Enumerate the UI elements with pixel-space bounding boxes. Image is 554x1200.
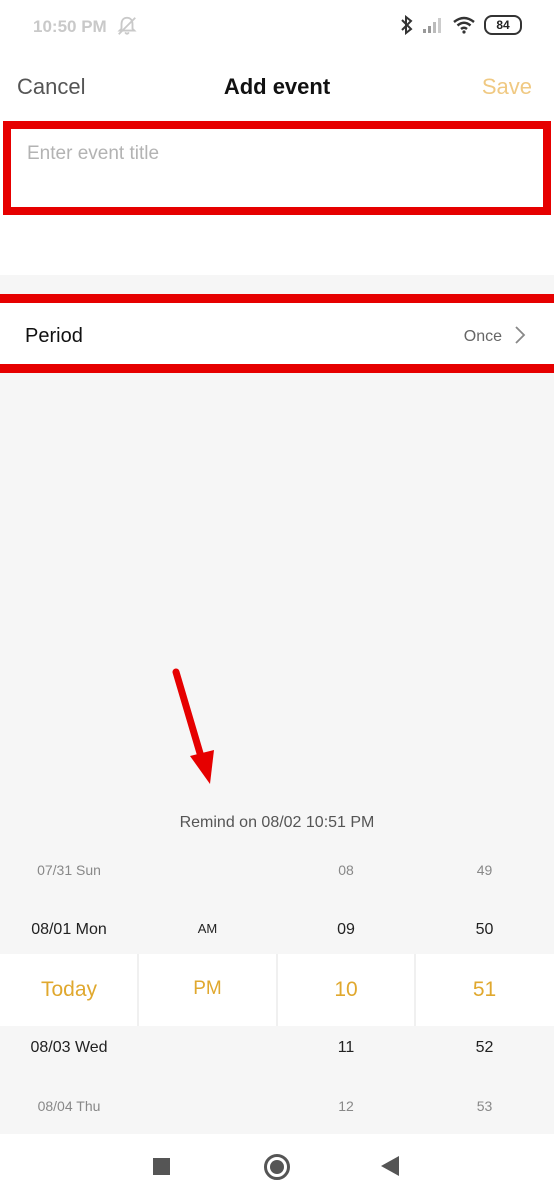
header-bar: Cancel Add event Save <box>0 52 554 118</box>
period-label: Period <box>25 325 83 347</box>
event-title-section <box>0 118 554 275</box>
home-icon[interactable] <box>264 1154 290 1180</box>
cancel-button[interactable]: Cancel <box>17 74 85 100</box>
hour-option[interactable]: 08 <box>277 862 415 878</box>
save-button[interactable]: Save <box>482 74 532 100</box>
bluetooth-icon <box>401 15 413 35</box>
ampm-option-selected[interactable]: PM <box>138 978 277 1000</box>
annotation-arrow-icon <box>172 668 214 784</box>
day-option[interactable]: 07/31 Sun <box>0 862 138 878</box>
hour-option[interactable]: 11 <box>277 1039 415 1057</box>
minute-option[interactable]: 49 <box>415 862 554 878</box>
day-column[interactable]: 07/31 Sun 08/01 Mon Today 08/03 Wed 08/0… <box>0 842 138 1134</box>
day-option-selected[interactable]: Today <box>0 978 138 1002</box>
minute-option-selected[interactable]: 51 <box>415 978 554 1002</box>
period-value: Once <box>463 328 502 345</box>
system-nav-bar <box>0 1134 554 1200</box>
ampm-option[interactable]: AM <box>138 921 277 936</box>
chevron-right-icon <box>515 326 526 344</box>
recents-icon[interactable] <box>153 1158 170 1175</box>
status-bar: 10:50 PM 84 <box>0 0 554 52</box>
minute-option[interactable]: 53 <box>415 1098 554 1114</box>
ampm-column[interactable]: AM PM <box>138 842 277 1134</box>
signal-icon <box>423 18 441 33</box>
battery-indicator: 84 <box>484 15 522 35</box>
back-icon[interactable] <box>381 1156 399 1176</box>
wifi-icon <box>453 16 475 34</box>
datetime-picker: 07/31 Sun 08/01 Mon Today 08/03 Wed 08/0… <box>0 842 554 1134</box>
hour-option[interactable]: 12 <box>277 1098 415 1114</box>
minute-option[interactable]: 50 <box>415 921 554 939</box>
period-row[interactable]: Period Once <box>0 294 554 373</box>
remind-summary: Remind on 08/02 10:51 PM <box>179 814 375 831</box>
bell-muted-icon <box>117 16 137 35</box>
status-time: 10:50 PM <box>33 17 107 36</box>
day-option[interactable]: 08/04 Thu <box>0 1098 138 1114</box>
event-title-input[interactable] <box>27 143 527 165</box>
day-option[interactable]: 08/01 Mon <box>0 921 138 939</box>
hour-option[interactable]: 09 <box>277 921 415 939</box>
minute-column[interactable]: 49 50 51 52 53 <box>415 842 554 1134</box>
hour-option-selected[interactable]: 10 <box>277 978 415 1002</box>
title-highlight-box <box>3 121 551 215</box>
day-option[interactable]: 08/03 Wed <box>0 1039 138 1057</box>
hour-column[interactable]: 08 09 10 11 12 <box>277 842 415 1134</box>
minute-option[interactable]: 52 <box>415 1039 554 1057</box>
